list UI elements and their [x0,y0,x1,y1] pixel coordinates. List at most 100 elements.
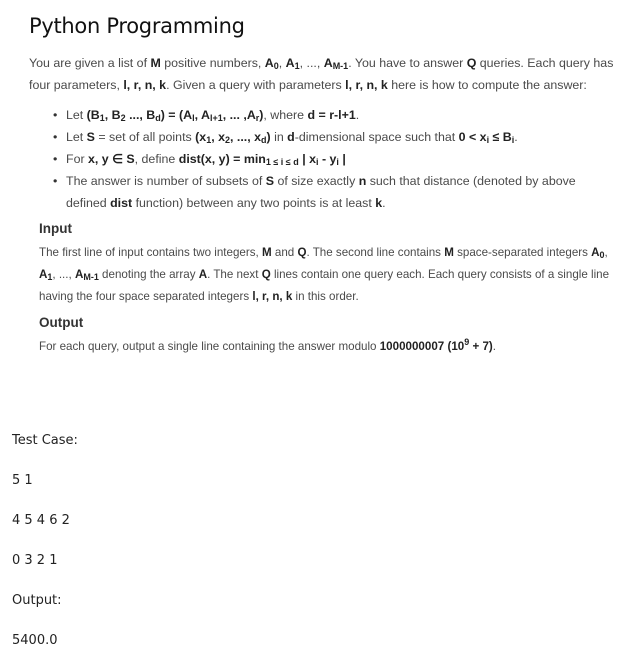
var-m: M [150,56,161,70]
test-input-line: 4 5 4 6 2 [12,513,70,528]
var-s: S [86,130,95,144]
test-input-line: 5 1 [12,473,33,488]
text: , where [263,108,308,122]
test-case-label: Test Case: [12,433,78,448]
var-a1: A1 [39,268,52,282]
text: and [271,246,298,259]
var-am1: AM-1 [75,268,99,282]
text: A [264,56,274,70]
problem-statement: You are given a list of M positive numbe… [29,52,619,358]
text: ) = (A [160,108,193,122]
text: here is how to compute the answer: [387,78,587,92]
subscript: 1 ≤ i ≤ d [265,157,299,167]
text: Let [66,108,87,122]
text: , define [134,152,179,166]
text: ≤ B [492,130,512,144]
subscript: l+1 [209,113,223,123]
text: For [66,152,89,166]
var-dist: dist [110,196,133,210]
text: . [514,130,518,144]
var-params: l, r, n, k [123,78,167,92]
text: | [338,152,346,166]
input-description: The first line of input contains two int… [39,242,619,308]
subscript: M-1 [332,61,349,71]
modulus: 1000000007 [379,340,445,353]
text: , B [104,108,121,122]
text: , ..., x [230,130,261,144]
var-a0: A0 [264,56,279,71]
text: , x [211,130,225,144]
text: | x [298,152,316,166]
text: = set of all points [94,130,196,144]
output-heading: Output [39,315,84,330]
text: space-separated integers [453,246,592,259]
list-item: For x, y ∈ S, define dist(x, y) = min1 ≤… [53,148,619,170]
x-tuple: (x1, x2, ..., xd) [195,130,270,145]
subscript: M-1 [83,272,99,282]
subscript: i [486,135,490,145]
dist-definition: dist(x, y) = min1 ≤ i ≤ d | xi - yi | [178,152,346,167]
var-d: d [287,130,295,144]
text: + 7) [469,340,493,353]
text: dist(x, y) = min [178,152,266,166]
text: of size exactly [274,174,359,188]
var-a: A [198,268,208,281]
var-m: M [444,246,454,259]
var-a0: A0 [591,246,604,260]
output-label: Output: [12,593,62,608]
text: , ..., [299,56,324,70]
var-q: Q [466,56,477,70]
text: . The second line contains [306,246,445,259]
test-input-line: 0 3 2 1 [12,553,58,568]
modulus-expression: (109 + 7) [447,338,493,354]
text: -dimensional space such that [294,130,459,144]
var-q: Q [261,268,271,281]
text: You are given a list of [29,56,151,70]
input-heading: Input [39,221,72,236]
text: The first line of input contains two int… [39,246,262,259]
output-description: For each query, output a single line con… [39,336,619,358]
text: . You have to answer [348,56,467,70]
text: A [591,246,600,259]
var-xy: x, y ∈ S [88,152,135,166]
text: in [270,130,288,144]
text: The answer is number of subsets of [66,174,266,188]
text: denoting the array [98,268,199,281]
list-item: Let S = set of all points (x1, x2, ..., … [53,126,619,148]
var-s: S [265,174,274,188]
list-item: The answer is number of subsets of S of … [53,170,619,214]
text: ..., B [125,108,156,122]
b-tuple: (B1, B2 ..., Bd) = (Al, Al+1, ... ,Ar) [86,108,264,123]
text: , ... ,A [222,108,256,122]
text: (x [195,130,207,144]
text: Let [66,130,87,144]
text: - y [318,152,337,166]
var-params: l, r, n, k [252,290,293,303]
text: . [355,108,360,122]
output-value: 5400.0 [12,633,58,648]
text: (10 [447,340,465,353]
condition: 0 < xi ≤ Bi [458,130,515,145]
text: , ..., [52,268,75,281]
rules-list: Let (B1, B2 ..., Bd) = (Al, Al+1, ... ,A… [29,104,619,214]
test-case-section: Test Case: 5 1 4 5 4 6 2 0 3 2 1 Output:… [12,426,78,666]
text: function) between any two points is at l… [132,196,376,210]
text: , [604,246,608,259]
var-am1: AM-1 [323,56,349,71]
text: in this order. [292,290,359,303]
var-m: M [261,246,272,259]
text: 0 < x [458,130,487,144]
text: (B [86,108,100,122]
text: , A [194,108,210,122]
text: For each query, output a single line con… [39,340,380,353]
text: . [492,340,496,353]
list-item: Let (B1, B2 ..., Bd) = (Al, Al+1, ... ,A… [53,104,619,126]
d-equation: d = r-l+1 [307,108,356,122]
var-a1: A1 [286,56,300,71]
text: , [278,56,286,70]
intro-paragraph: You are given a list of M positive numbe… [29,52,619,96]
text: . [382,196,386,210]
text: A [323,56,333,70]
text: . Given a query with parameters [166,78,346,92]
text: . The next [207,268,262,281]
